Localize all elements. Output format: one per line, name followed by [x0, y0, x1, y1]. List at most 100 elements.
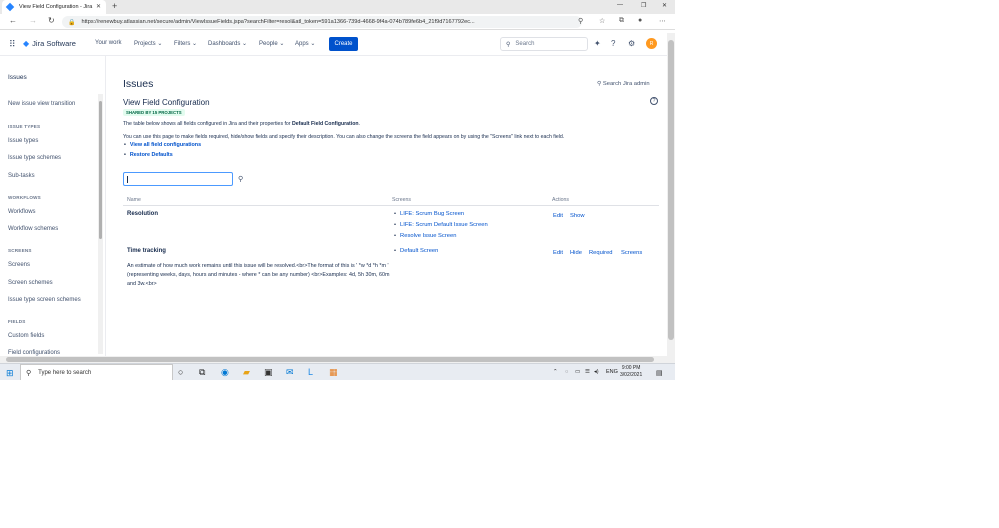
windows-taskbar: ⊞ ⚲ Type here to search ○ ⧉ ◉ ▰ ▣ ✉ L ▦ … [0, 363, 675, 380]
sidebar-heading-issue-types: ISSUE TYPES [8, 124, 41, 129]
clock-time: 9:00 PM [621, 365, 641, 371]
shared-projects-badge[interactable]: SHARED BY 15 PROJECTS [123, 109, 185, 116]
sidebar-item-sub-tasks[interactable]: Sub-tasks [8, 173, 35, 179]
sidebar-item-issue-type-schemes[interactable]: Issue type schemes [8, 155, 61, 161]
windows-start-icon[interactable]: ⊞ [6, 368, 14, 379]
avatar[interactable]: R [646, 38, 657, 49]
sidebar-item-issue-type-screen-schemes[interactable]: Issue type screen schemes [8, 297, 81, 303]
forward-icon[interactable]: → [29, 16, 37, 25]
maximize-icon[interactable]: ❐ [641, 2, 646, 9]
notification-center-icon[interactable]: ▤ [656, 369, 663, 377]
nav-people[interactable]: People ⌄ [259, 40, 284, 47]
jira-mark-icon: ◆ [23, 39, 30, 48]
url-field[interactable]: 🔒 https://renewbuy.atlassian.net/secure/… [62, 16, 582, 28]
page-vertical-scrollbar-thumb[interactable] [668, 40, 674, 340]
sidebar-item-new-issue-view[interactable]: New issue view transition [8, 101, 75, 107]
edge-browser-icon[interactable]: ◉ [221, 367, 229, 378]
sidebar-item-workflows[interactable]: Workflows [8, 209, 36, 215]
help-icon[interactable]: ? [611, 39, 615, 48]
main-content: Issues ⚲ Search Jira admin View Field Co… [107, 56, 667, 356]
tray-chevron-up-icon[interactable]: ⌃ [553, 369, 558, 375]
sidebar-item-workflow-schemes[interactable]: Workflow schemes [8, 226, 58, 232]
screen: View Field Configuration - Jira ✕ + — ❐ … [0, 0, 675, 380]
app-switcher-icon[interactable]: ⠿ [9, 39, 16, 50]
edit-time-tracking-link[interactable]: Edit [553, 250, 563, 256]
product-name: Jira Software [32, 39, 76, 48]
battery-icon[interactable]: ▭ [575, 369, 580, 375]
page-horizontal-scrollbar-thumb[interactable] [6, 357, 654, 362]
mail-icon[interactable]: ✉ [286, 367, 294, 378]
volume-icon[interactable]: ◂) [594, 369, 599, 375]
screen-link[interactable]: Resolve Issue Screen [394, 233, 456, 239]
sidebar-title: Issues [8, 74, 27, 81]
back-icon[interactable]: ← [9, 16, 17, 25]
refresh-icon[interactable]: ↻ [48, 16, 55, 25]
nav-dashboards[interactable]: Dashboards ⌄ [208, 40, 247, 47]
jira-logo[interactable]: ◆ Jira Software [23, 39, 76, 48]
nav-apps[interactable]: Apps ⌄ [295, 40, 315, 47]
sidebar-scrollbar-thumb[interactable] [99, 101, 102, 239]
app-orange-icon[interactable]: ▦ [329, 367, 338, 378]
column-header-screens: Screens [392, 197, 412, 203]
sidebar-heading-screens: SCREENS [8, 248, 32, 253]
config-title: View Field Configuration [123, 98, 210, 107]
screens-time-tracking-link[interactable]: Screens [621, 250, 642, 256]
favorite-icon[interactable]: ☆ [599, 17, 605, 25]
settings-gear-icon[interactable]: ⚙ [628, 39, 635, 48]
notifications-icon[interactable]: ✦ [594, 39, 601, 48]
sidebar-heading-workflows: WORKFLOWS [8, 195, 41, 200]
language-indicator[interactable]: ENG [606, 369, 618, 375]
description-line-2: You can use this page to make fields req… [123, 134, 565, 140]
nav-your-work[interactable]: Your work [95, 40, 121, 46]
file-explorer-icon[interactable]: ▰ [243, 367, 250, 378]
browser-tab[interactable]: View Field Configuration - Jira ✕ [2, 0, 106, 14]
store-icon[interactable]: ▣ [264, 367, 273, 378]
text-cursor [127, 176, 128, 183]
column-header-actions: Actions [552, 197, 570, 203]
screen-link[interactable]: Default Screen [394, 248, 438, 254]
default-config-name: Default Field Configuration [291, 121, 359, 127]
nav-filters[interactable]: Filters ⌄ [174, 40, 197, 47]
screen-link[interactable]: LIFE: Scrum Bug Screen [394, 211, 464, 217]
taskbar-search-input[interactable]: ⚲ Type here to search [20, 364, 173, 380]
collections-icon[interactable]: ⧉ [619, 17, 624, 25]
nav-projects[interactable]: Projects ⌄ [134, 40, 162, 47]
sidebar-item-screens[interactable]: Screens [8, 262, 30, 268]
tab-close-icon[interactable]: ✕ [96, 3, 101, 10]
page-title: Issues [123, 78, 154, 90]
sidebar-heading-fields: FIELDS [8, 319, 26, 324]
profile-icon[interactable]: ● [638, 17, 642, 24]
field-filter-input[interactable] [123, 172, 233, 186]
jira-search-input[interactable]: ⚲ Search [500, 37, 588, 51]
sidebar-item-custom-fields[interactable]: Custom fields [8, 333, 44, 339]
tab-title: View Field Configuration - Jira [19, 4, 93, 10]
browser-tabbar: View Field Configuration - Jira ✕ + — ❐ … [0, 0, 675, 14]
help-circle-icon[interactable]: ? [650, 97, 658, 105]
hide-time-tracking-link[interactable]: Hide [570, 250, 582, 256]
edit-resolution-link[interactable]: Edit [553, 213, 563, 219]
show-resolution-link[interactable]: Show [570, 213, 585, 219]
description-line-1: The table below shows all fields configu… [123, 121, 361, 127]
filter-search-icon[interactable]: ⚲ [238, 175, 243, 183]
required-time-tracking-link[interactable]: Required [589, 250, 613, 256]
cortana-icon[interactable]: ○ [178, 367, 183, 377]
more-icon[interactable]: ⋯ [659, 17, 666, 25]
sidebar-item-screen-schemes[interactable]: Screen schemes [8, 280, 53, 286]
restore-defaults-link[interactable]: Restore Defaults [124, 152, 173, 158]
view-all-field-configurations-link[interactable]: View all field configurations [124, 142, 201, 148]
network-icon[interactable]: ☰ [585, 369, 590, 375]
search-jira-admin-link[interactable]: ⚲ Search Jira admin [597, 81, 650, 87]
url-text: https://renewbuy.atlassian.net/secure/ad… [81, 19, 475, 25]
screen-link[interactable]: LIFE: Scrum Default Issue Screen [394, 222, 488, 228]
tracking-icon[interactable]: ⚲ [578, 17, 583, 25]
field-name-time-tracking: Time tracking [127, 248, 166, 254]
minimize-icon[interactable]: — [617, 2, 623, 8]
task-view-icon[interactable]: ⧉ [199, 367, 205, 378]
create-button[interactable]: Create [329, 37, 358, 51]
window-close-icon[interactable]: ✕ [662, 2, 667, 9]
new-tab-icon[interactable]: + [112, 1, 117, 11]
app-l-icon[interactable]: L [308, 367, 313, 377]
sidebar-item-issue-types[interactable]: Issue types [8, 138, 38, 144]
tray-app-icon[interactable]: ◌ [565, 369, 568, 375]
system-clock[interactable]: 9:00 PM 3/02/2021 [620, 365, 642, 379]
